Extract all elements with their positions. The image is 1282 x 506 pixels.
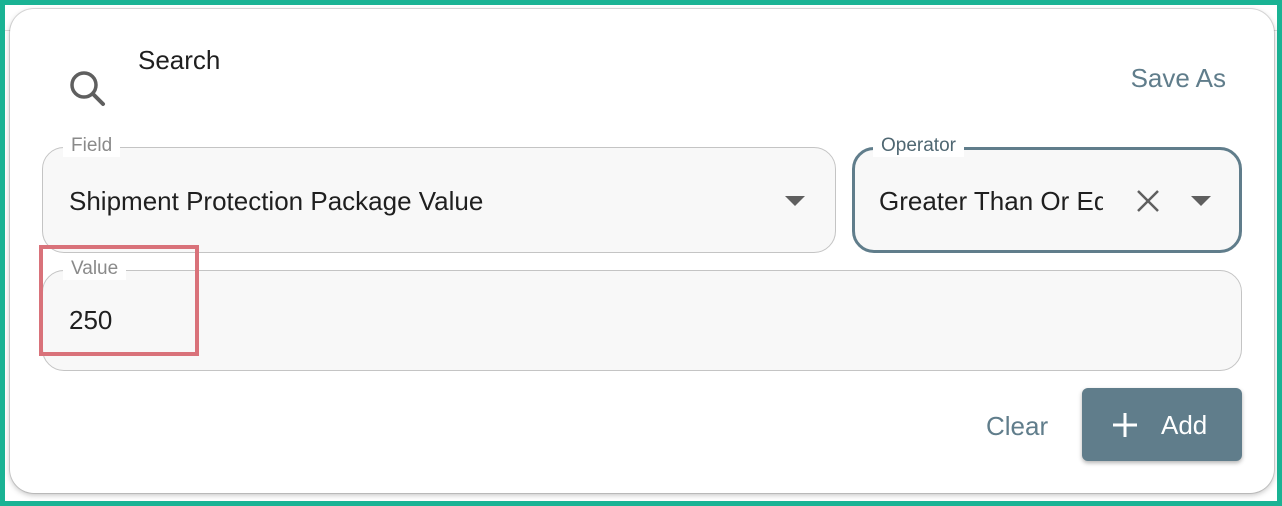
clear-button[interactable]: Clear xyxy=(986,411,1048,442)
save-as-button[interactable]: Save As xyxy=(1131,63,1226,94)
add-button[interactable]: Add xyxy=(1082,388,1242,461)
field-value: Shipment Protection Package Value xyxy=(69,186,484,216)
field-select[interactable]: Field Shipment Protection Package Value xyxy=(42,135,836,253)
operator-label: Operator xyxy=(873,135,964,157)
chevron-down-icon[interactable] xyxy=(785,196,805,206)
dialog-title: Search xyxy=(138,45,221,75)
search-icon xyxy=(70,71,105,106)
add-button-label: Add xyxy=(1161,410,1208,440)
operator-value: Greater Than Or Equal To xyxy=(879,186,1103,216)
value-highlight-box xyxy=(39,245,199,356)
operator-select[interactable]: Operator Greater Than Or Equal To xyxy=(852,135,1242,253)
value-input[interactable]: Value 250 xyxy=(42,258,1242,371)
chevron-down-icon[interactable] xyxy=(1191,196,1211,206)
field-label: Field xyxy=(63,135,121,157)
plus-icon xyxy=(1113,413,1137,437)
close-icon[interactable] xyxy=(1133,186,1163,216)
search-dialog: Search Save As Field Shipment Protection… xyxy=(10,9,1274,493)
